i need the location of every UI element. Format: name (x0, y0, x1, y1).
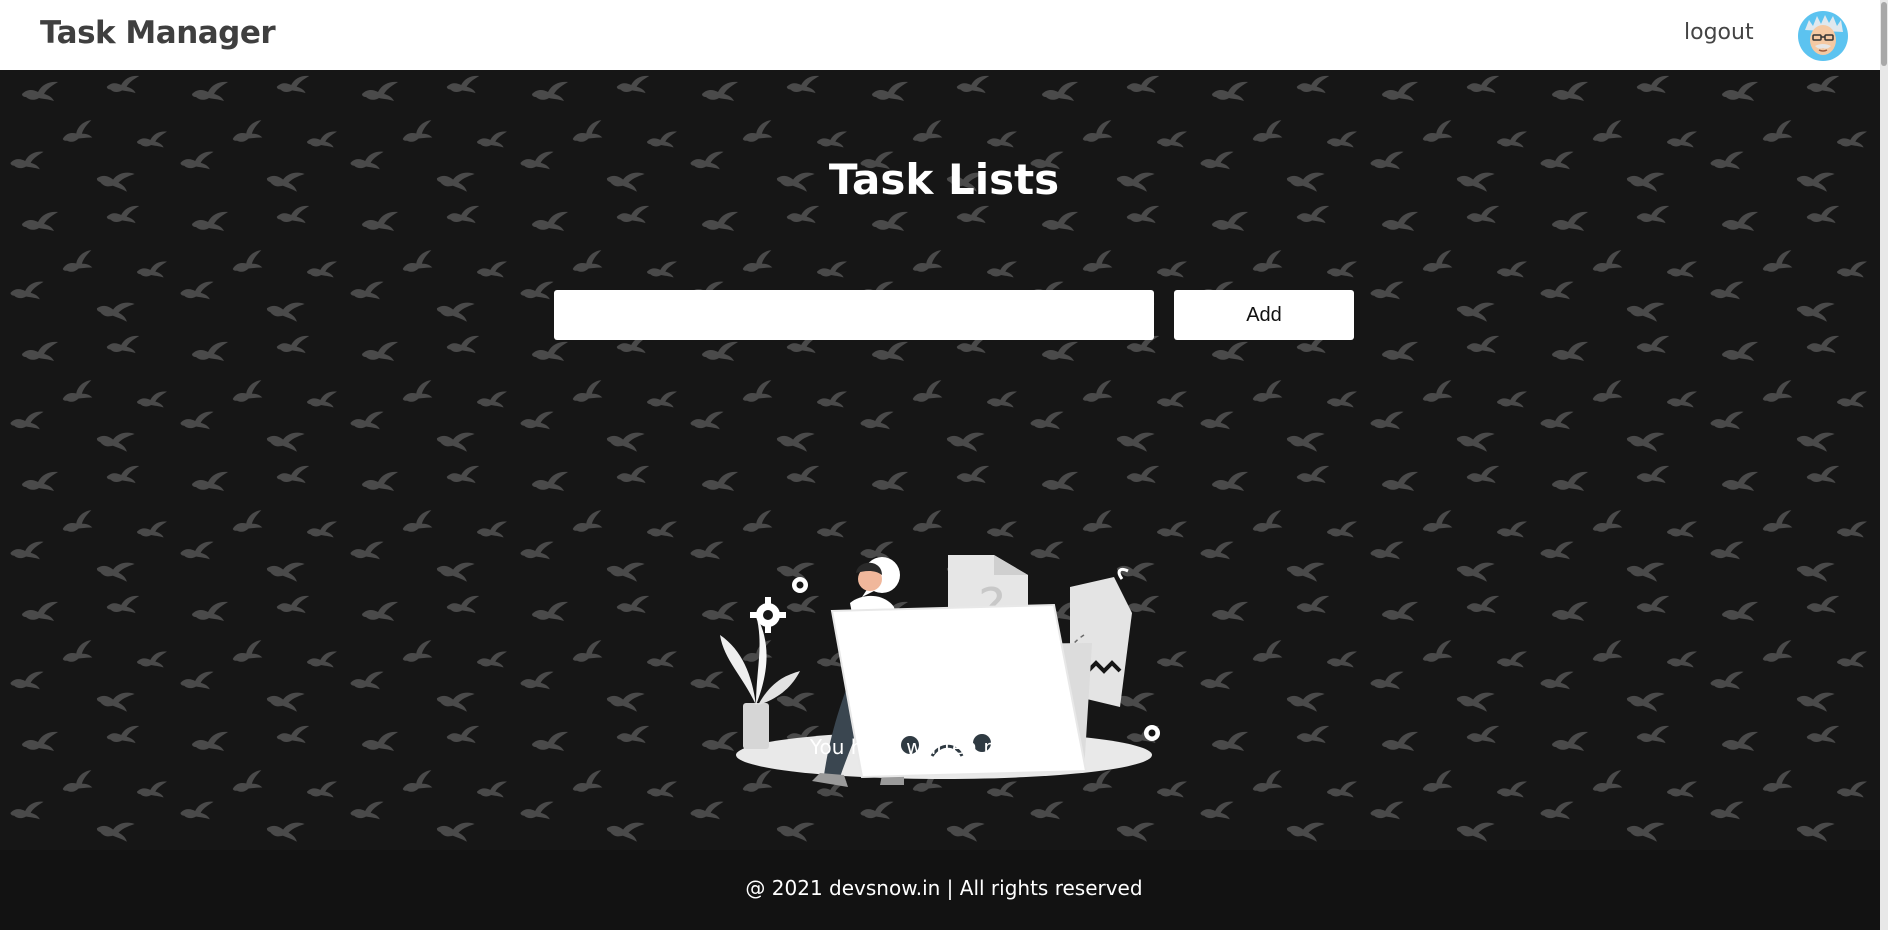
page-scrollbar[interactable] (1880, 0, 1888, 930)
scrollbar-thumb[interactable] (1881, 2, 1887, 66)
footer-copyright: @ 2021 devsnow.in | All rights reserved (745, 876, 1143, 900)
brand-title[interactable]: Task Manager (40, 15, 276, 51)
logout-link[interactable]: logout (1684, 20, 1754, 45)
avatar[interactable] (1797, 10, 1849, 62)
user-avatar-icon (1798, 11, 1848, 61)
top-navbar: Task Manager logout (0, 0, 1880, 70)
add-button[interactable]: Add (1174, 290, 1354, 340)
page-title: Task Lists (828, 155, 1060, 204)
empty-state-message: You have written no notes! (809, 735, 1079, 759)
task-input[interactable] (554, 290, 1154, 340)
footer: @ 2021 devsnow.in | All rights reserved (0, 850, 1880, 930)
main-content: Task Lists Add You have written no notes… (0, 70, 1880, 850)
